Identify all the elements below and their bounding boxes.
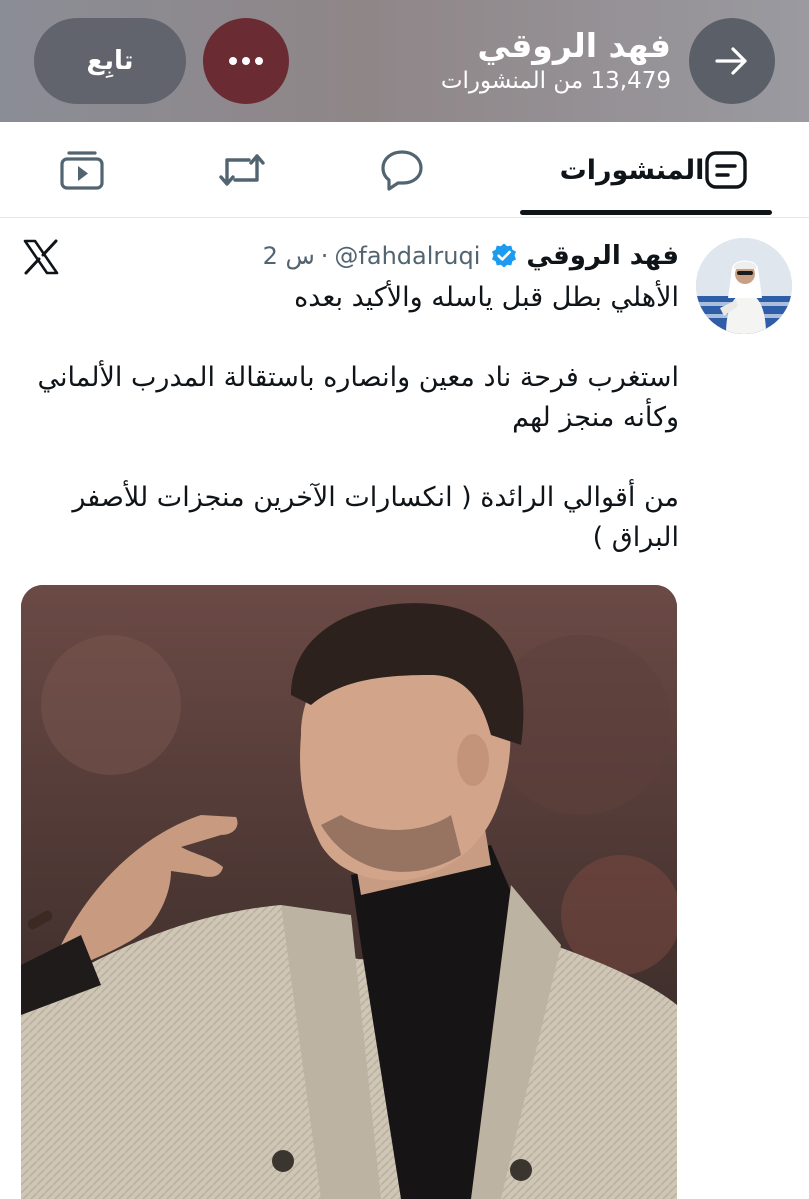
tab-replies[interactable]: [370, 122, 434, 218]
posts-icon: [705, 151, 748, 189]
post-paragraph: من أقوالي الرائدة ( انكسارات الآخرين منج…: [72, 482, 679, 553]
profile-page: تابِع فهد الروقي 13,479 من المنشورات الم…: [0, 0, 809, 1199]
post-media-image[interactable]: [21, 585, 677, 1199]
post-author-name[interactable]: فهد الروقي: [526, 241, 679, 271]
avatar[interactable]: [696, 238, 792, 334]
separator-dot: ·: [320, 242, 329, 270]
active-tab-indicator: [520, 210, 772, 215]
back-button[interactable]: [689, 18, 775, 104]
follow-button[interactable]: تابِع: [34, 18, 186, 104]
arrow-right-icon: [715, 47, 747, 75]
post-paragraph: الأهلي بطل قبل ياسله والأكيد بعده: [294, 282, 679, 313]
post-text: الأهلي بطل قبل ياسله والأكيد بعده استغرب…: [19, 278, 679, 598]
post-author-handle[interactable]: @fahdalruqi: [334, 242, 480, 270]
header-profile-name: فهد الروقي: [477, 26, 671, 65]
header-posts-count: 13,479 من المنشورات: [440, 68, 671, 94]
more-options-button[interactable]: [203, 18, 289, 104]
reply-bubble-icon: [381, 150, 423, 191]
post-time[interactable]: 2 س: [263, 242, 315, 270]
x-logo-icon: [23, 239, 59, 275]
coach-photo: [21, 585, 677, 1199]
post-header: فهد الروقي @fahdalruqi · 2 س: [263, 236, 679, 276]
verified-badge-icon[interactable]: [490, 242, 518, 270]
profile-header: تابِع فهد الروقي 13,479 من المنشورات: [0, 0, 809, 122]
tab-posts[interactable]: المنشورات: [519, 122, 771, 218]
more-dots-icon: [229, 57, 263, 65]
tab-media[interactable]: [50, 122, 114, 218]
video-icon: [60, 151, 104, 190]
header-title-block: فهد الروقي 13,479 من المنشورات: [441, 26, 671, 96]
post-paragraph: استغرب فرحة ناد معين وانصاره باستقالة ال…: [37, 362, 679, 433]
follow-button-label: تابِع: [86, 46, 134, 76]
repost-icon: [219, 154, 265, 186]
tab-reposts[interactable]: [210, 122, 274, 218]
tab-posts-label: المنشورات: [559, 154, 705, 186]
profile-tabs: المنشورات: [0, 122, 809, 218]
avatar-image: [696, 238, 792, 334]
post[interactable]: فهد الروقي @fahdalruqi · 2 س الأهلي بطل …: [0, 218, 809, 1199]
